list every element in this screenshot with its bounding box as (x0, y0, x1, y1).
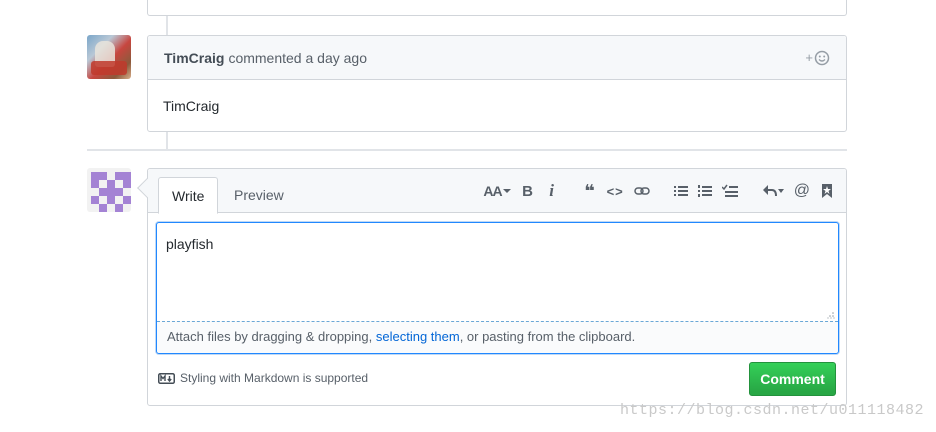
quote-button[interactable]: ❝ (583, 181, 597, 201)
watermark: https://blog.csdn.net/u011118482 (619, 402, 924, 419)
smiley-icon (814, 50, 830, 65)
mention-button[interactable]: @ (794, 182, 810, 199)
form-header: Write Preview AA B i ❝ <> @ (148, 169, 846, 214)
attach-prefix: Attach files by dragging & dropping, (167, 329, 376, 344)
header-button[interactable]: AA (483, 183, 511, 199)
attach-suffix: , or pasting from the clipboard. (459, 329, 636, 344)
bookmark-icon (822, 184, 832, 198)
add-reaction-button[interactable]: + (805, 50, 830, 66)
comment-action: commented (228, 49, 302, 66)
code-button[interactable]: <> (607, 183, 624, 199)
user-avatar (87, 168, 131, 212)
comment-submit-button[interactable]: Comment (749, 362, 836, 396)
bold-button[interactable]: B (521, 183, 535, 200)
link-button[interactable] (634, 183, 650, 199)
ordered-list-button[interactable] (697, 183, 712, 199)
reaction-plus: + (805, 50, 813, 65)
link-icon (634, 187, 650, 195)
comment-textarea[interactable]: playfish Attach files by dragging & drop… (156, 222, 839, 354)
comment-textarea-value: playfish (166, 236, 214, 252)
markdown-icon (158, 372, 175, 384)
select-files-link[interactable]: selecting them (376, 329, 460, 344)
timeline-line-top (166, 16, 168, 35)
ordered-list-icon (697, 185, 712, 197)
unordered-list-icon (673, 186, 688, 196)
task-list-button[interactable] (721, 183, 738, 199)
resize-grip-icon[interactable] (827, 311, 835, 319)
reply-icon (762, 185, 784, 197)
unordered-list-button[interactable] (673, 183, 688, 199)
markdown-note: Styling with Markdown is supported (180, 371, 369, 385)
italic-button[interactable]: i (545, 181, 559, 200)
comment-header: TimCraig commented a day ago + (148, 36, 846, 80)
comment-form: Write Preview AA B i ❝ <> @ playfish Att… (137, 168, 847, 406)
comment-box: TimCraig commented a day ago + TimCraig (147, 35, 847, 132)
avatar[interactable] (87, 35, 131, 79)
previous-comment-box (147, 0, 847, 16)
tab-write[interactable]: Write (158, 177, 219, 214)
tab-preview[interactable]: Preview (221, 177, 297, 213)
comment-body: TimCraig (163, 98, 220, 114)
header-icon: AA (483, 183, 502, 199)
file-attach-bar[interactable]: Attach files by dragging & dropping, sel… (157, 321, 838, 353)
comment-author[interactable]: TimCraig (164, 50, 224, 66)
timeline-line-mid (166, 132, 168, 149)
reply-button[interactable] (762, 183, 784, 199)
caret-down-icon (502, 189, 511, 193)
markdown-toolbar: AA B i ❝ <> @ (459, 169, 834, 213)
comment-timestamp[interactable]: a day ago (305, 50, 367, 66)
timeline-divider (87, 149, 847, 151)
task-list-icon (721, 184, 738, 197)
markdown-help[interactable]: Styling with Markdown is supported (158, 371, 368, 385)
saved-replies-button[interactable] (820, 183, 834, 199)
